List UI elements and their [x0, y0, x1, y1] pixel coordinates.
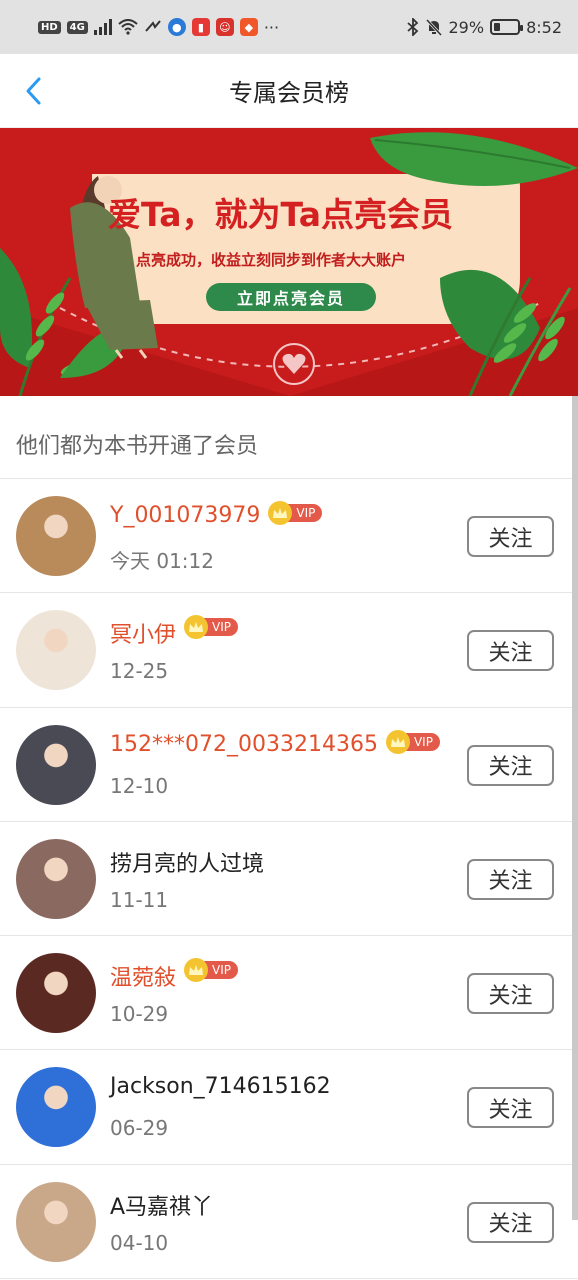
avatar[interactable]: [16, 610, 96, 691]
avatar[interactable]: [16, 496, 96, 576]
member-row: Y_001073979 VIP 今天 01:12 关注: [0, 479, 578, 594]
member-name-text: Y_001073979: [110, 503, 261, 528]
battery-percent: 29%: [448, 17, 485, 37]
vip-badge: VIP: [385, 729, 440, 754]
nfc-icon: [145, 20, 161, 32]
follow-button[interactable]: 关注: [467, 1087, 554, 1129]
member-date: 11-11: [110, 887, 169, 912]
vip-badge: VIP: [184, 615, 238, 640]
member-date: 12-25: [110, 659, 169, 684]
avatar[interactable]: [16, 953, 96, 1034]
bluetooth-icon: [406, 18, 418, 36]
follow-button[interactable]: 关注: [467, 744, 554, 786]
crown-icon: [385, 729, 410, 754]
mute-bell-icon: [425, 18, 442, 36]
vip-badge: VIP: [268, 501, 323, 525]
member-name[interactable]: Jackson_714615162: [110, 1074, 331, 1099]
member-name[interactable]: 冥小伊 VIP: [110, 615, 238, 649]
vip-badge: VIP: [184, 958, 238, 983]
member-name[interactable]: 152***072_0033214365 VIP: [110, 729, 440, 757]
banner-headline: 爱Ta，就为Ta点亮会员: [108, 195, 454, 234]
vip-promo-banner[interactable]: 爱Ta，就为Ta点亮会员 点亮成功，收益立刻同步到作者大大账户 立即点亮会员: [0, 128, 578, 396]
member-row: 捞月亮的人过境 11-11 关注: [0, 822, 578, 937]
member-row: Jackson_714615162 06-29 关注: [0, 1050, 578, 1165]
member-name[interactable]: Y_001073979 VIP: [110, 501, 323, 528]
member-row: 152***072_0033214365 VIP 12-10 关注: [0, 708, 578, 822]
follow-button[interactable]: 关注: [467, 973, 554, 1015]
member-date: 10-29: [110, 1002, 169, 1027]
nav-bar: 专属会员榜: [0, 54, 578, 128]
hd-indicator: HD: [38, 20, 61, 34]
member-name-text: 152***072_0033214365: [110, 731, 378, 757]
battery-icon: [490, 19, 524, 35]
signal-icon: [93, 19, 112, 35]
page-title: 专属会员榜: [229, 79, 349, 107]
chevron-left-icon: [26, 77, 41, 105]
member-name-text: A马嘉祺丫: [110, 1194, 214, 1220]
member-row: 温菀敍 VIP 10-29 关注: [0, 936, 578, 1051]
member-name[interactable]: 捞月亮的人过境: [110, 846, 264, 878]
member-name-text: 冥小伊: [110, 623, 177, 649]
banner-subtitle: 点亮成功，收益立刻同步到作者大大账户: [136, 251, 407, 269]
status-left-icons: HD 4G ● ▮ ☺ ◆ ···: [38, 18, 279, 37]
member-name-text: Jackson_714615162: [110, 1074, 331, 1100]
avatar[interactable]: [16, 1181, 96, 1262]
more-notifications-icon: ···: [263, 17, 280, 37]
clock: 8:52: [526, 17, 562, 37]
game-app-icon: ☺: [215, 18, 234, 36]
follow-button[interactable]: 关注: [467, 1201, 554, 1243]
member-list: Y_001073979 VIP 今天 01:12 关注 冥小伊 VIP 12-25 …: [0, 479, 578, 1280]
member-name[interactable]: A马嘉祺丫: [110, 1189, 213, 1221]
member-date: 06-29: [110, 1116, 169, 1141]
avatar[interactable]: [16, 838, 96, 919]
member-date: 今天 01:12: [110, 549, 214, 573]
member-name-text: 捞月亮的人过境: [110, 851, 265, 877]
back-button[interactable]: [18, 76, 48, 106]
battery-fill: [494, 23, 501, 31]
follow-button[interactable]: 关注: [467, 516, 554, 557]
avatar[interactable]: [16, 724, 96, 805]
member-row: A马嘉祺丫 04-10 关注: [0, 1165, 578, 1280]
status-right-icons: 29% 8:52: [406, 17, 562, 37]
wifi-icon: [118, 19, 138, 35]
scrollbar[interactable]: [572, 396, 578, 1220]
member-date: 04-10: [110, 1230, 169, 1255]
follow-button[interactable]: 关注: [467, 858, 554, 900]
network-indicator: 4G: [66, 20, 88, 34]
avatar[interactable]: [16, 1067, 96, 1148]
member-name[interactable]: 温菀敍 VIP: [110, 958, 238, 992]
light-up-vip-button[interactable]: 立即点亮会员: [206, 283, 376, 311]
taobao-app-icon: ◆: [239, 18, 258, 36]
browser-app-icon: ●: [167, 18, 186, 36]
member-date: 12-10: [110, 773, 169, 798]
status-bar: HD 4G ● ▮ ☺ ◆ ··· 29% 8:52: [0, 0, 578, 54]
section-title: 他们都为本书开通了会员: [16, 434, 259, 459]
reader-app-icon: ▮: [191, 18, 210, 36]
member-row: 冥小伊 VIP 12-25 关注: [0, 593, 578, 708]
member-name-text: 温菀敍: [110, 966, 177, 992]
follow-button[interactable]: 关注: [467, 630, 554, 672]
